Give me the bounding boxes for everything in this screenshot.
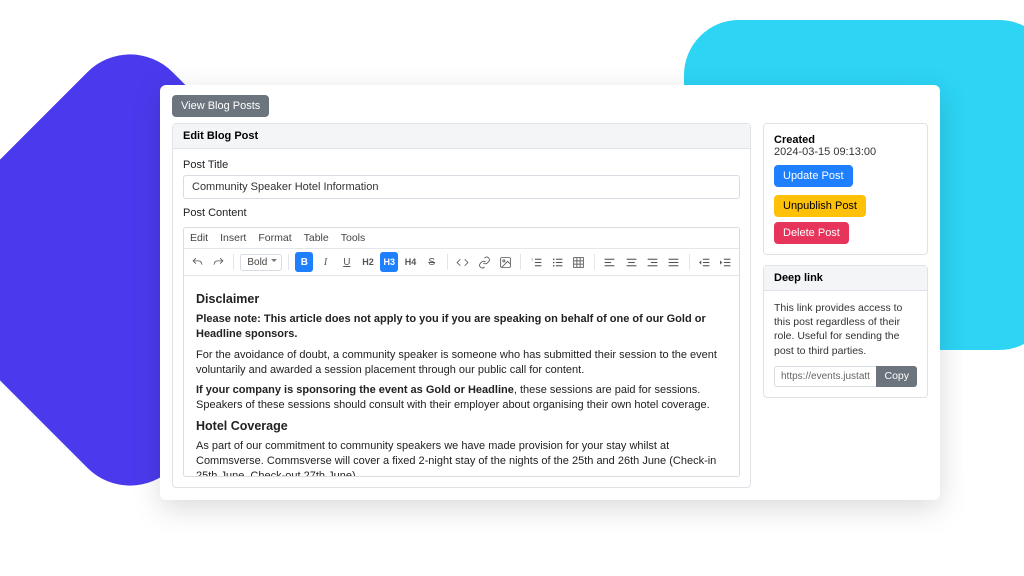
topbar: View Blog Posts xyxy=(160,85,940,123)
align-justify-button[interactable] xyxy=(664,252,682,272)
delete-post-button[interactable]: Delete Post xyxy=(774,222,849,244)
content-p3-bold: If your company is sponsoring the event … xyxy=(196,384,514,396)
redo-icon[interactable] xyxy=(209,252,227,272)
app-window: View Blog Posts Edit Blog Post Post Titl… xyxy=(160,85,940,500)
editor-menubar: Edit Insert Format Table Tools xyxy=(184,228,739,249)
rich-text-editor: Edit Insert Format Table Tools Bold xyxy=(183,227,740,477)
separator xyxy=(233,254,234,270)
content-p4: As part of our commitment to community s… xyxy=(196,439,727,476)
code-button[interactable] xyxy=(454,252,472,272)
align-right-button[interactable] xyxy=(643,252,661,272)
strikethrough-button[interactable]: S xyxy=(423,252,441,272)
indent-button[interactable] xyxy=(717,252,735,272)
edit-post-card-header: Edit Blog Post xyxy=(173,124,750,149)
deeplink-card: Deep link This link provides access to t… xyxy=(763,265,928,398)
image-button[interactable] xyxy=(496,252,514,272)
h3-button[interactable]: H3 xyxy=(380,252,398,272)
post-title-label: Post Title xyxy=(183,159,740,171)
post-title-input[interactable] xyxy=(183,175,740,199)
copy-button[interactable]: Copy xyxy=(876,366,917,387)
italic-button[interactable]: I xyxy=(316,252,334,272)
meta-card: Created 2024-03-15 09:13:00 Update Post … xyxy=(763,123,928,255)
content-p1: Please note: This article does not apply… xyxy=(196,313,706,340)
align-left-button[interactable] xyxy=(601,252,619,272)
h2-button[interactable]: H2 xyxy=(359,252,377,272)
update-post-button[interactable]: Update Post xyxy=(774,165,853,187)
outdent-button[interactable] xyxy=(696,252,714,272)
unpublish-post-button[interactable]: Unpublish Post xyxy=(774,195,866,217)
menu-edit[interactable]: Edit xyxy=(190,232,208,244)
bullet-list-button[interactable] xyxy=(548,252,566,272)
created-value: 2024-03-15 09:13:00 xyxy=(774,146,917,158)
align-center-button[interactable] xyxy=(622,252,640,272)
editor-content-area[interactable]: Disclaimer Please note: This article doe… xyxy=(184,276,739,476)
deeplink-description: This link provides access to this post r… xyxy=(774,301,917,358)
menu-tools[interactable]: Tools xyxy=(341,232,366,244)
table-button[interactable] xyxy=(570,252,588,272)
post-content-label: Post Content xyxy=(183,207,740,219)
format-select[interactable]: Bold xyxy=(240,254,282,271)
menu-table[interactable]: Table xyxy=(304,232,329,244)
content-p2: For the avoidance of doubt, a community … xyxy=(196,348,727,378)
edit-post-card: Edit Blog Post Post Title Post Content E… xyxy=(172,123,751,488)
deeplink-url-input[interactable] xyxy=(774,366,876,387)
view-blog-posts-button[interactable]: View Blog Posts xyxy=(172,95,269,117)
ordered-list-button[interactable]: 1 xyxy=(527,252,545,272)
menu-format[interactable]: Format xyxy=(258,232,291,244)
content-heading-hotel: Hotel Coverage xyxy=(196,419,727,433)
editor-toolbar: Bold B I U H2 H3 H4 S xyxy=(184,249,739,276)
created-label: Created xyxy=(774,134,917,146)
underline-button[interactable]: U xyxy=(338,252,356,272)
link-button[interactable] xyxy=(475,252,493,272)
bold-button[interactable]: B xyxy=(295,252,313,272)
undo-icon[interactable] xyxy=(188,252,206,272)
menu-insert[interactable]: Insert xyxy=(220,232,246,244)
svg-text:1: 1 xyxy=(531,257,533,261)
deeplink-header: Deep link xyxy=(764,266,927,291)
content-heading-disclaimer: Disclaimer xyxy=(196,292,727,306)
h4-button[interactable]: H4 xyxy=(401,252,419,272)
